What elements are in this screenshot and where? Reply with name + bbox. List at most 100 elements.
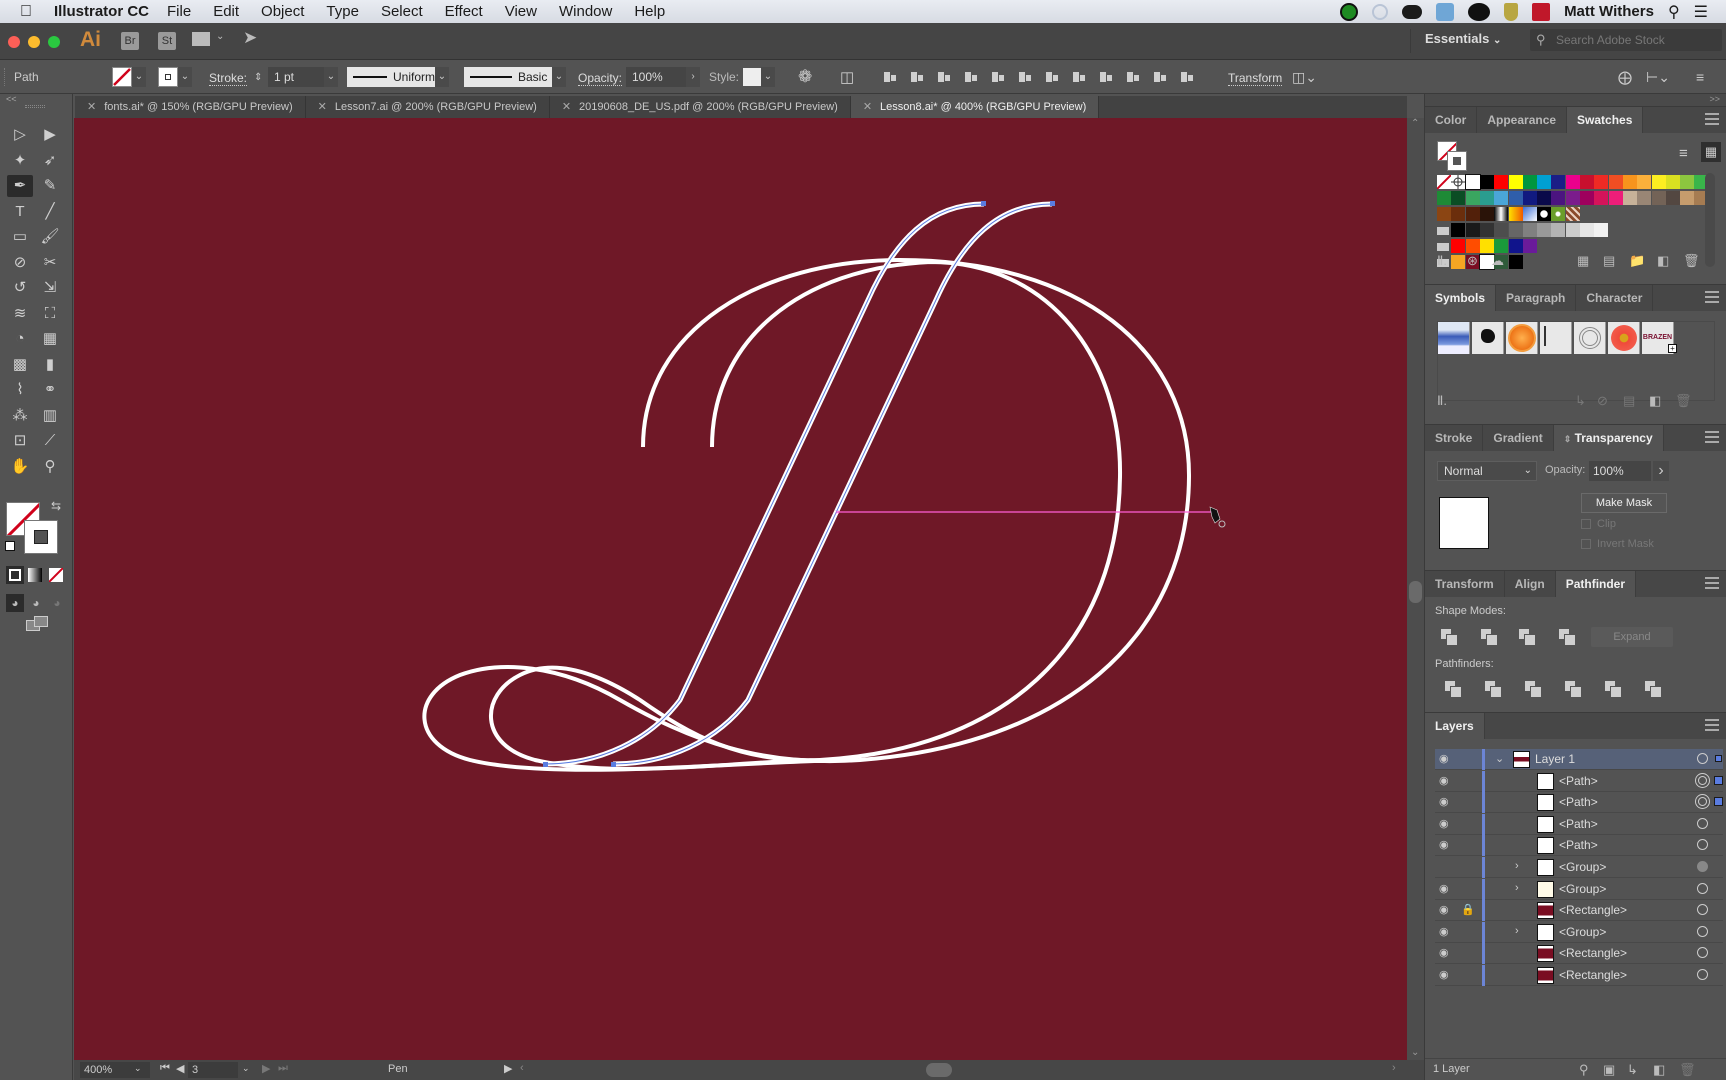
layer-name[interactable]: <Rectangle> — [1559, 903, 1627, 917]
menu-type[interactable]: Type — [326, 3, 359, 20]
color-swatch[interactable] — [1465, 191, 1480, 205]
tab-transform[interactable]: Transform — [1425, 571, 1505, 597]
hand-tool[interactable]: ✋ — [7, 456, 33, 478]
inner-bowl-path[interactable] — [488, 259, 1123, 771]
panel-menu-icon[interactable] — [1705, 719, 1719, 731]
color-swatch[interactable] — [1637, 175, 1652, 189]
artboard-canvas[interactable]: × — [74, 118, 1407, 1060]
brush-definition-select[interactable]: Basic — [464, 67, 552, 87]
menu-edit[interactable]: Edit — [213, 3, 239, 20]
align-bottom-icon[interactable] — [1017, 69, 1033, 85]
divide-icon[interactable] — [1445, 681, 1462, 698]
outline-icon[interactable] — [1605, 681, 1622, 698]
panel-menu-icon[interactable] — [1705, 113, 1719, 125]
visibility-eye-icon[interactable]: ◉ — [1439, 774, 1449, 787]
tab-stroke[interactable]: Stroke — [1425, 425, 1484, 451]
close-tab-icon[interactable]: ✕ — [562, 101, 571, 113]
workspace-switcher[interactable]: Essentials ⌄ — [1425, 31, 1501, 46]
previous-artboard-icon[interactable]: ◀ — [176, 1062, 184, 1075]
stroke-swatch-control[interactable]: ⌄ — [158, 60, 192, 94]
fill-swatch-control[interactable]: ⌄ — [112, 60, 146, 94]
direct-selection-tool[interactable]: ▶ — [37, 124, 63, 146]
mesh-tool[interactable]: ▩ — [7, 354, 33, 376]
change-screen-mode-icon[interactable] — [26, 616, 50, 632]
status-menu-arrow-icon[interactable]: ▶ — [504, 1062, 512, 1075]
align-horizontal-center-icon[interactable] — [909, 69, 925, 85]
color-swatch[interactable] — [1508, 223, 1523, 237]
opacity-label[interactable]: Opacity: — [578, 70, 623, 86]
clip-checkbox[interactable]: Clip — [1581, 518, 1616, 530]
draw-behind-button[interactable]: ◕ — [27, 594, 45, 612]
draw-normal-button[interactable]: ◕ — [6, 594, 24, 612]
opacity-slider-arrow-icon[interactable]: › — [1653, 461, 1669, 481]
menu-select[interactable]: Select — [381, 3, 423, 20]
tab-symbols[interactable]: Symbols — [1425, 285, 1497, 311]
control-bar-menu-icon[interactable]: ≡ — [1696, 60, 1704, 94]
color-swatch[interactable] — [1465, 239, 1480, 253]
color-swatch[interactable] — [1494, 191, 1509, 205]
color-swatch[interactable] — [1437, 207, 1451, 221]
panel-menu-icon[interactable] — [1705, 431, 1719, 443]
color-swatch[interactable] — [1651, 191, 1666, 205]
color-swatch[interactable] — [1508, 239, 1523, 253]
pattern-swatch[interactable] — [1565, 207, 1580, 221]
swatch-options-icon[interactable]: ▤ — [1603, 253, 1615, 269]
scale-tool[interactable]: ⇲ — [37, 277, 63, 299]
menu-view[interactable]: View — [505, 3, 537, 20]
eyedropper-tool[interactable]: ⌇ — [7, 379, 33, 401]
document-tab-active[interactable]: ✕ Lesson8.ai* @ 400% (RGB/GPU Preview) — [850, 96, 1100, 118]
show-swatch-kinds-icon[interactable]: ⊛ — [1467, 253, 1478, 269]
adobe-stock-search-input[interactable]: ⚲ Search Adobe Stock — [1530, 29, 1722, 51]
gradient-mode-button[interactable] — [28, 568, 42, 582]
selection-indicator[interactable] — [1715, 755, 1722, 762]
color-swatch[interactable] — [1479, 239, 1494, 253]
column-graph-tool[interactable]: ▥ — [37, 405, 63, 427]
document-tab[interactable]: ✕ 20190608_DE_US.pdf @ 200% (RGB/GPU Prev… — [550, 96, 851, 118]
distribute-horizontal-center-icon[interactable] — [1152, 69, 1168, 85]
symbol-red-flower[interactable] — [1608, 322, 1640, 354]
sublayer-row[interactable]: ◉ › <Group> — [1435, 921, 1723, 943]
color-swatch[interactable] — [1537, 191, 1552, 205]
color-swatch[interactable] — [1594, 175, 1609, 189]
new-symbol-icon[interactable]: ◧ — [1649, 393, 1661, 409]
variable-width-dropdown-icon[interactable]: ⌄ — [435, 67, 449, 87]
expand-button[interactable]: Expand — [1591, 627, 1673, 647]
color-swatch[interactable] — [1508, 255, 1523, 269]
shape-builder-tool[interactable]: ◔ — [7, 328, 33, 350]
artboard-number-input[interactable]: 3 — [188, 1062, 238, 1078]
tab-character[interactable]: Character — [1576, 285, 1654, 311]
exclude-icon[interactable] — [1559, 629, 1576, 646]
chevron-right-icon[interactable]: › — [1515, 925, 1519, 937]
app-menu[interactable]: Illustrator CC — [54, 3, 149, 20]
color-swatch[interactable] — [1465, 207, 1480, 221]
stroke-weight-dropdown-icon[interactable]: ⌄ — [324, 67, 338, 87]
anchor-point[interactable] — [1050, 201, 1055, 206]
symbol-orange-button[interactable] — [1506, 322, 1538, 354]
chevron-down-icon[interactable]: ⌄ — [216, 31, 224, 42]
close-tab-icon[interactable]: ✕ — [87, 101, 96, 113]
menu-window[interactable]: Window — [559, 3, 612, 20]
draw-inside-button[interactable]: ◕ — [48, 594, 66, 612]
target-appearance-icon[interactable] — [1697, 904, 1708, 916]
locate-object-icon[interactable]: ⚲ — [1579, 1062, 1589, 1078]
color-swatch[interactable] — [1665, 191, 1680, 205]
tab-color[interactable]: Color — [1425, 107, 1478, 133]
visibility-eye-icon[interactable]: ◉ — [1439, 925, 1449, 938]
color-swatch[interactable] — [1608, 175, 1623, 189]
perspective-grid-tool[interactable]: ▦ — [37, 328, 63, 350]
color-swatch[interactable] — [1537, 175, 1552, 189]
none-swatch[interactable] — [1436, 174, 1452, 190]
delete-layer-icon[interactable]: 🗑 — [1679, 1062, 1696, 1078]
align-to-selection-icon[interactable]: ◫ — [840, 60, 854, 94]
stroke-swatch[interactable] — [24, 520, 58, 554]
color-swatch[interactable] — [1580, 223, 1594, 237]
default-fill-stroke-icon[interactable] — [5, 541, 15, 551]
stock-button[interactable]: St — [158, 32, 176, 50]
layer-name[interactable]: <Path> — [1559, 774, 1598, 788]
color-swatch[interactable] — [1522, 175, 1537, 189]
scissors-tool[interactable]: ✂ — [37, 252, 63, 274]
color-swatch[interactable] — [1479, 191, 1494, 205]
transform-panel-link[interactable]: Transform — [1228, 70, 1283, 86]
gpu-performance-icon[interactable]: ➤ — [243, 28, 257, 48]
minus-back-icon[interactable] — [1645, 681, 1662, 698]
